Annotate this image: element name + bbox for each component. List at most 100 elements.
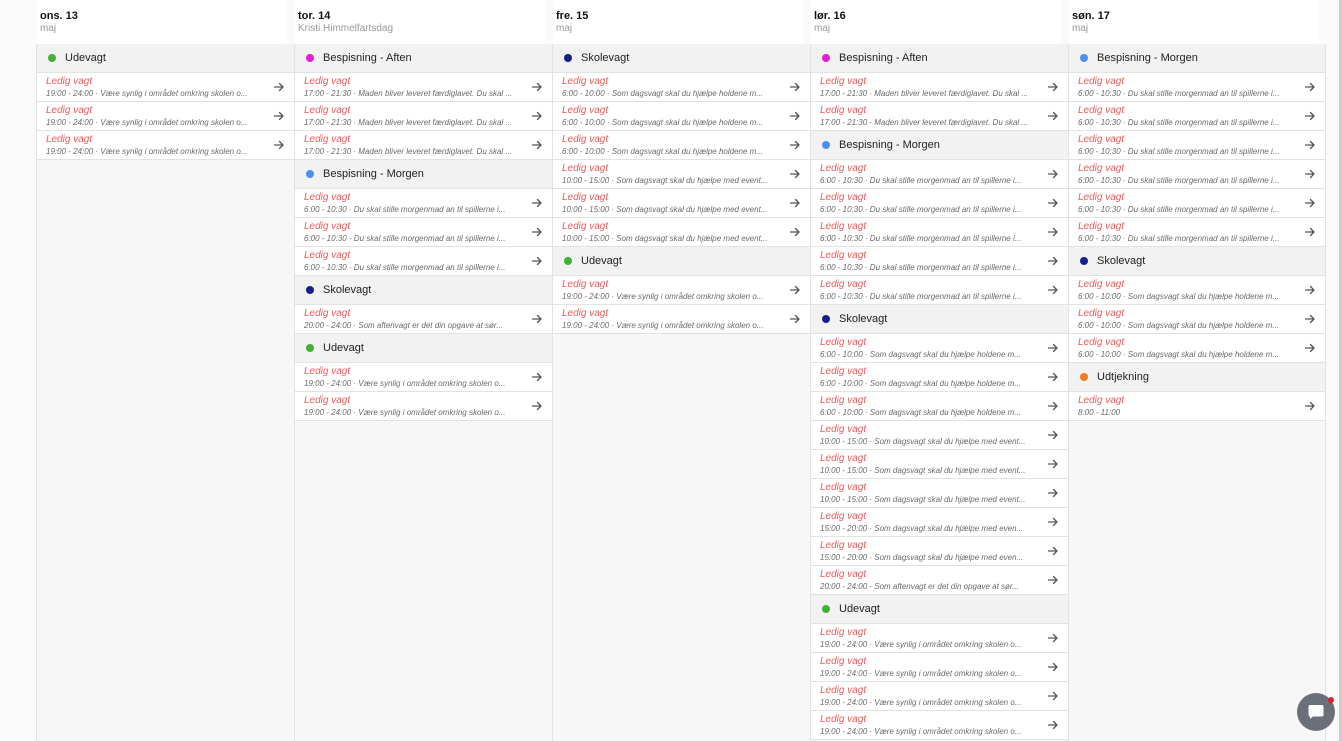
shift-row[interactable]: Ledig vagt 10:00 - 15:00 · Som dagsvagt s… xyxy=(811,479,1068,508)
arrow-right-icon[interactable] xyxy=(1047,371,1059,383)
arrow-right-icon[interactable] xyxy=(1047,429,1059,441)
shift-row[interactable]: Ledig vagt 19:00 - 24:00 · Være synlig i … xyxy=(553,305,810,334)
shift-row[interactable]: Ledig vagt 19:00 - 24:00 · Være synlig i … xyxy=(811,711,1068,740)
arrow-right-icon[interactable] xyxy=(789,284,801,296)
shift-row[interactable]: Ledig vagt 8:00 - 11:00 xyxy=(1069,392,1325,421)
shift-row[interactable]: Ledig vagt 6:00 - 10:00 · Som dagsvagt sk… xyxy=(553,73,810,102)
shift-row[interactable]: Ledig vagt 6:00 - 10:30 · Du skal stille … xyxy=(295,189,552,218)
arrow-right-icon[interactable] xyxy=(1304,226,1316,238)
arrow-right-icon[interactable] xyxy=(789,110,801,122)
arrow-right-icon[interactable] xyxy=(1047,168,1059,180)
arrow-right-icon[interactable] xyxy=(531,255,543,267)
arrow-right-icon[interactable] xyxy=(1304,139,1316,151)
shift-row[interactable]: Ledig vagt 17:00 - 21:30 · Maden bliver l… xyxy=(295,131,552,160)
shift-row[interactable]: Ledig vagt 6:00 - 10:00 · Som dagsvagt sk… xyxy=(553,131,810,160)
arrow-right-icon[interactable] xyxy=(1047,255,1059,267)
arrow-right-icon[interactable] xyxy=(789,81,801,93)
arrow-right-icon[interactable] xyxy=(1047,400,1059,412)
arrow-right-icon[interactable] xyxy=(789,168,801,180)
shift-row[interactable]: Ledig vagt 6:00 - 10:00 · Som dagsvagt sk… xyxy=(811,334,1068,363)
arrow-right-icon[interactable] xyxy=(1304,342,1316,354)
shift-row[interactable]: Ledig vagt 10:00 - 15:00 · Som dagsvagt s… xyxy=(553,218,810,247)
arrow-right-icon[interactable] xyxy=(1304,81,1316,93)
shift-row[interactable]: Ledig vagt 6:00 - 10:00 · Som dagsvagt sk… xyxy=(553,102,810,131)
shift-row[interactable]: Ledig vagt 19:00 - 24:00 · Være synlig i … xyxy=(553,276,810,305)
arrow-right-icon[interactable] xyxy=(531,81,543,93)
arrow-right-icon[interactable] xyxy=(1304,168,1316,180)
shift-row[interactable]: Ledig vagt 10:00 - 15:00 · Som dagsvagt s… xyxy=(811,421,1068,450)
arrow-right-icon[interactable] xyxy=(1304,110,1316,122)
shift-row[interactable]: Ledig vagt 6:00 - 10:30 · Du skal stille … xyxy=(1069,73,1325,102)
shift-row[interactable]: Ledig vagt 17:00 - 21:30 · Maden bliver l… xyxy=(811,73,1068,102)
shift-row[interactable]: Ledig vagt 6:00 - 10:00 · Som dagsvagt sk… xyxy=(1069,276,1325,305)
shift-row[interactable]: Ledig vagt 10:00 - 15:00 · Som dagsvagt s… xyxy=(553,160,810,189)
shift-row[interactable]: Ledig vagt 15:00 - 20:00 · Som dagsvagt s… xyxy=(811,537,1068,566)
shift-row[interactable]: Ledig vagt 6:00 - 10:30 · Du skal stille … xyxy=(811,218,1068,247)
shift-row[interactable]: Ledig vagt 6:00 - 10:30 · Du skal stille … xyxy=(1069,102,1325,131)
arrow-right-icon[interactable] xyxy=(531,313,543,325)
arrow-right-icon[interactable] xyxy=(531,400,543,412)
shift-row[interactable]: Ledig vagt 6:00 - 10:30 · Du skal stille … xyxy=(1069,160,1325,189)
arrow-right-icon[interactable] xyxy=(1304,313,1316,325)
arrow-right-icon[interactable] xyxy=(789,197,801,209)
shift-row[interactable]: Ledig vagt 19:00 - 24:00 · Være synlig i … xyxy=(295,363,552,392)
arrow-right-icon[interactable] xyxy=(1047,197,1059,209)
arrow-right-icon[interactable] xyxy=(531,139,543,151)
arrow-right-icon[interactable] xyxy=(789,139,801,151)
shift-row[interactable]: Ledig vagt 6:00 - 10:00 · Som dagsvagt sk… xyxy=(1069,334,1325,363)
shift-row[interactable]: Ledig vagt 6:00 - 10:30 · Du skal stille … xyxy=(295,218,552,247)
arrow-right-icon[interactable] xyxy=(1047,632,1059,644)
shift-row[interactable]: Ledig vagt 20:00 - 24:00 · Som aftenvagt … xyxy=(295,305,552,334)
arrow-right-icon[interactable] xyxy=(273,81,285,93)
shift-row[interactable]: Ledig vagt 19:00 - 24:00 · Være synlig i … xyxy=(37,131,294,160)
shift-row[interactable]: Ledig vagt 15:00 - 20:00 · Som dagsvagt s… xyxy=(811,508,1068,537)
shift-row[interactable]: Ledig vagt 6:00 - 10:30 · Du skal stille … xyxy=(811,189,1068,218)
arrow-right-icon[interactable] xyxy=(1047,690,1059,702)
shift-row[interactable]: Ledig vagt 6:00 - 10:30 · Du skal stille … xyxy=(811,247,1068,276)
shift-row[interactable]: Ledig vagt 6:00 - 10:30 · Du skal stille … xyxy=(1069,189,1325,218)
arrow-right-icon[interactable] xyxy=(1047,226,1059,238)
arrow-right-icon[interactable] xyxy=(1047,81,1059,93)
shift-row[interactable]: Ledig vagt 6:00 - 10:30 · Du skal stille … xyxy=(811,160,1068,189)
shift-row[interactable]: Ledig vagt 19:00 - 24:00 · Være synlig i … xyxy=(37,73,294,102)
shift-row[interactable]: Ledig vagt 6:00 - 10:30 · Du skal stille … xyxy=(1069,218,1325,247)
arrow-right-icon[interactable] xyxy=(1047,661,1059,673)
shift-row[interactable]: Ledig vagt 19:00 - 24:00 · Være synlig i … xyxy=(811,624,1068,653)
shift-row[interactable]: Ledig vagt 17:00 - 21:30 · Maden bliver l… xyxy=(295,73,552,102)
arrow-right-icon[interactable] xyxy=(1304,197,1316,209)
arrow-right-icon[interactable] xyxy=(1047,545,1059,557)
shift-row[interactable]: Ledig vagt 6:00 - 10:00 · Som dagsvagt sk… xyxy=(811,392,1068,421)
shift-row[interactable]: Ledig vagt 20:00 - 24:00 · Som aftenvagt … xyxy=(811,566,1068,595)
arrow-right-icon[interactable] xyxy=(1047,284,1059,296)
shift-row[interactable]: Ledig vagt 6:00 - 10:30 · Du skal stille … xyxy=(1069,131,1325,160)
arrow-right-icon[interactable] xyxy=(789,313,801,325)
shift-row[interactable]: Ledig vagt 19:00 - 24:00 · Være synlig i … xyxy=(37,102,294,131)
shift-row[interactable]: Ledig vagt 6:00 - 10:30 · Du skal stille … xyxy=(811,276,1068,305)
arrow-right-icon[interactable] xyxy=(1047,458,1059,470)
shift-row[interactable]: Ledig vagt 19:00 - 24:00 · Være synlig i … xyxy=(811,653,1068,682)
shift-row[interactable]: Ledig vagt 6:00 - 10:00 · Som dagsvagt sk… xyxy=(1069,305,1325,334)
arrow-right-icon[interactable] xyxy=(1047,342,1059,354)
shift-row[interactable]: Ledig vagt 6:00 - 10:30 · Du skal stille … xyxy=(295,247,552,276)
shift-row[interactable]: Ledig vagt 17:00 - 21:30 · Maden bliver l… xyxy=(295,102,552,131)
arrow-right-icon[interactable] xyxy=(1047,574,1059,586)
shift-row[interactable]: Ledig vagt 6:00 - 10:00 · Som dagsvagt sk… xyxy=(811,363,1068,392)
arrow-right-icon[interactable] xyxy=(273,139,285,151)
arrow-right-icon[interactable] xyxy=(1047,516,1059,528)
arrow-right-icon[interactable] xyxy=(1047,487,1059,499)
arrow-right-icon[interactable] xyxy=(531,197,543,209)
arrow-right-icon[interactable] xyxy=(1047,110,1059,122)
arrow-right-icon[interactable] xyxy=(789,226,801,238)
shift-row[interactable]: Ledig vagt 10:00 - 15:00 · Som dagsvagt s… xyxy=(553,189,810,218)
arrow-right-icon[interactable] xyxy=(1304,400,1316,412)
arrow-right-icon[interactable] xyxy=(531,110,543,122)
arrow-right-icon[interactable] xyxy=(273,110,285,122)
shift-row[interactable]: Ledig vagt 19:00 - 24:00 · Være synlig i … xyxy=(811,682,1068,711)
arrow-right-icon[interactable] xyxy=(531,226,543,238)
arrow-right-icon[interactable] xyxy=(1047,719,1059,731)
shift-row[interactable]: Ledig vagt 19:00 - 24:00 · Være synlig i … xyxy=(295,392,552,421)
arrow-right-icon[interactable] xyxy=(531,371,543,383)
arrow-right-icon[interactable] xyxy=(1304,284,1316,296)
shift-row[interactable]: Ledig vagt 17:00 - 21:30 · Maden bliver l… xyxy=(811,102,1068,131)
shift-row[interactable]: Ledig vagt 10:00 - 15:00 · Som dagsvagt s… xyxy=(811,450,1068,479)
